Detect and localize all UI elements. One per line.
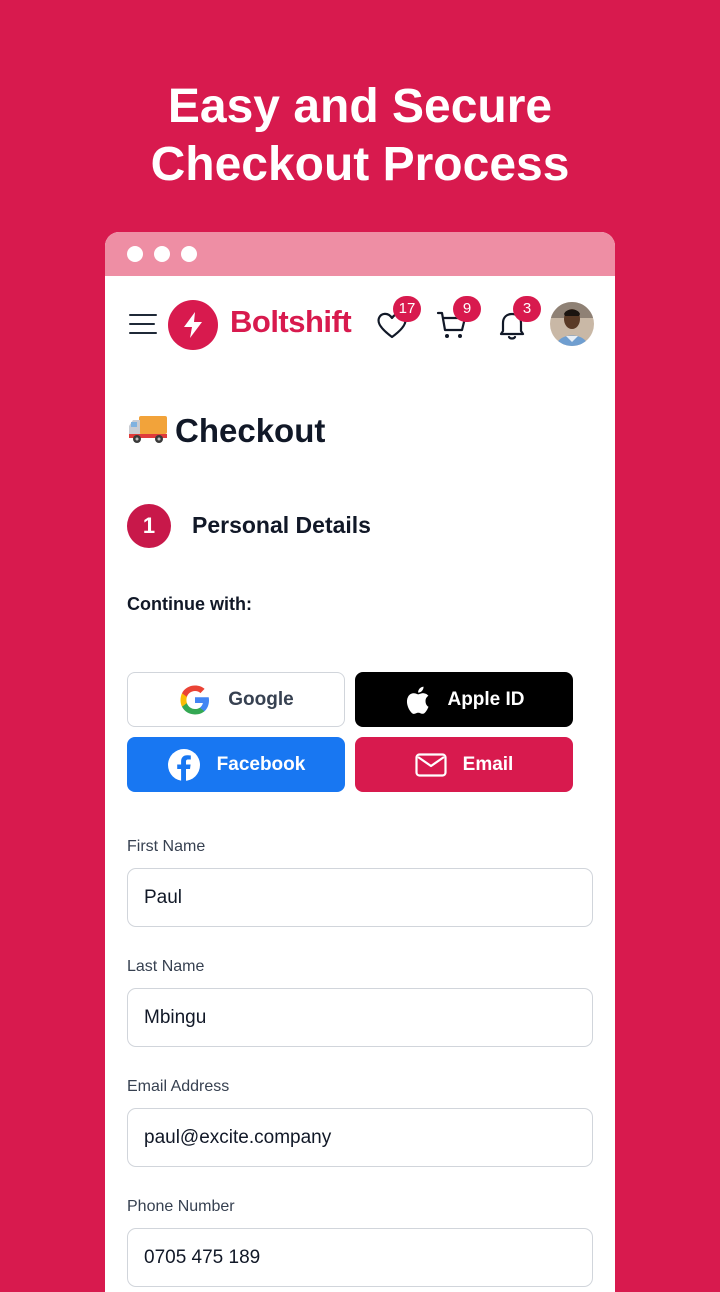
wishlist-button[interactable]: 17 bbox=[375, 296, 421, 342]
hero-line-2: Checkout Process bbox=[150, 138, 570, 191]
email-address-label: Email Address bbox=[127, 1078, 230, 1095]
window-titlebar bbox=[105, 232, 615, 276]
apple-id-label: Apple ID bbox=[447, 688, 525, 710]
cart-button[interactable]: 9 bbox=[435, 296, 481, 342]
phone-number-input[interactable] bbox=[127, 1228, 593, 1287]
email-label: Email bbox=[462, 753, 514, 775]
google-icon bbox=[178, 683, 212, 717]
window-dot-icon bbox=[181, 246, 197, 262]
step-label: Personal Details bbox=[192, 512, 371, 538]
email-address-input[interactable] bbox=[127, 1108, 593, 1167]
app-window: Boltshift 17 9 3 Checkout 1 Personal Det… bbox=[105, 232, 615, 1292]
hero-heading: Easy and Secure Checkout Process bbox=[0, 78, 720, 194]
email-signin-button[interactable]: Email bbox=[355, 737, 573, 792]
last-name-input[interactable] bbox=[127, 988, 593, 1047]
phone-number-label: Phone Number bbox=[127, 1198, 235, 1215]
facebook-label: Facebook bbox=[216, 753, 306, 775]
last-name-label: Last Name bbox=[127, 958, 205, 975]
avatar[interactable] bbox=[550, 302, 594, 346]
delivery-truck-icon bbox=[129, 416, 167, 443]
page-title: Checkout bbox=[127, 412, 325, 450]
notifications-count-badge: 3 bbox=[513, 296, 541, 322]
first-name-label: First Name bbox=[127, 838, 206, 855]
brand-name[interactable]: Boltshift bbox=[230, 304, 352, 340]
facebook-icon bbox=[167, 748, 201, 782]
notifications-button[interactable]: 3 bbox=[495, 296, 541, 342]
google-signin-button[interactable]: Google bbox=[127, 672, 345, 727]
facebook-signin-button[interactable]: Facebook bbox=[127, 737, 345, 792]
page-title-text: Checkout bbox=[175, 412, 326, 449]
navbar: Boltshift 17 9 3 bbox=[105, 276, 615, 376]
hero-line-1: Easy and Secure bbox=[167, 80, 553, 133]
cart-count-badge: 9 bbox=[453, 296, 481, 322]
menu-icon[interactable] bbox=[129, 314, 157, 336]
apple-icon bbox=[403, 684, 431, 716]
window-dot-icon bbox=[127, 246, 143, 262]
mail-icon bbox=[415, 752, 447, 777]
continue-with-label: Continue with: bbox=[127, 594, 252, 614]
bolt-logo-icon[interactable] bbox=[168, 300, 218, 350]
first-name-input[interactable] bbox=[127, 868, 593, 927]
google-label: Google bbox=[228, 688, 294, 710]
apple-id-button[interactable]: Apple ID bbox=[355, 672, 573, 727]
step-number: 1 bbox=[127, 504, 171, 548]
window-dot-icon bbox=[154, 246, 170, 262]
wishlist-count-badge: 17 bbox=[393, 296, 421, 322]
